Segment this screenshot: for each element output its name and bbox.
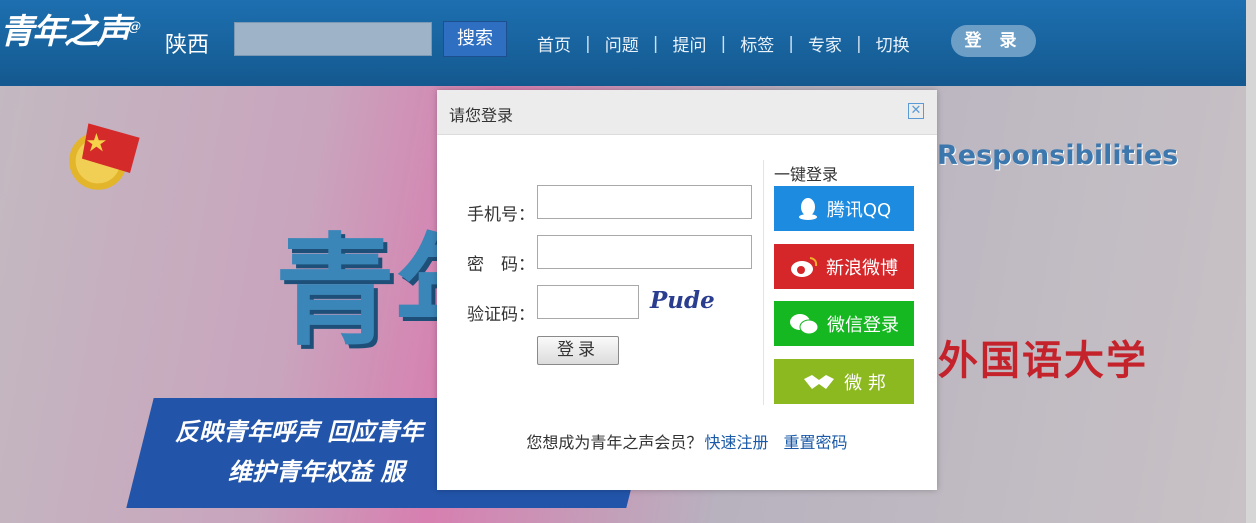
weibang-login-label: 微 邦: [844, 372, 886, 394]
banner-english-text: Responsibilities: [937, 140, 1179, 171]
reset-password-link[interactable]: 重置密码: [784, 433, 848, 452]
logo-at-symbol: @: [128, 19, 141, 35]
divider: [763, 160, 764, 405]
weibang-login-button[interactable]: 微 邦: [774, 359, 914, 404]
handshake-icon: [804, 374, 835, 389]
wechat-icon: [790, 313, 819, 334]
nav-experts[interactable]: 专家: [808, 31, 842, 56]
nav-separator: |: [652, 33, 659, 54]
dialog-title: 请您登录: [449, 106, 514, 125]
nav-separator: |: [855, 33, 862, 54]
qq-login-button[interactable]: 腾讯QQ: [774, 186, 914, 231]
region-selector[interactable]: 陕西: [165, 27, 209, 59]
weibo-login-button[interactable]: 新浪微博: [774, 244, 914, 289]
login-dialog: 请您登录 ✕ 手机号： 密 码： 验证码： Pude 登录 一键登录 腾讯QQ …: [437, 90, 937, 490]
youth-league-emblem-icon: [69, 123, 140, 190]
phone-label: 手机号：: [467, 205, 535, 225]
quick-register-link[interactable]: 快速注册: [704, 433, 768, 452]
banner-slogan-line1: 反映青年呼声 回应青年: [175, 418, 424, 446]
logo-text: 青年之声: [0, 12, 130, 52]
nav-questions[interactable]: 问题: [605, 31, 639, 56]
nav-separator: |: [720, 33, 727, 54]
phone-input[interactable]: [537, 185, 752, 219]
register-prompt-text: 您想成为青年之声会员？: [526, 433, 703, 452]
captcha-label: 验证码：: [467, 305, 535, 325]
nav-tags[interactable]: 标签: [740, 31, 774, 56]
register-prompt: 您想成为青年之声会员？ 快速注册 重置密码: [437, 429, 937, 453]
captcha-image[interactable]: Pude: [650, 287, 715, 314]
weibo-login-label: 新浪微博: [826, 257, 898, 279]
weibo-icon: [791, 256, 818, 277]
login-submit-button[interactable]: 登录: [537, 336, 619, 365]
wechat-login-button[interactable]: 微信登录: [774, 301, 914, 346]
nav-separator: |: [585, 33, 591, 54]
captcha-input[interactable]: [537, 285, 639, 319]
nav-separator: |: [788, 33, 794, 54]
site-logo[interactable]: 青年之声@: [0, 4, 141, 53]
page-scrollbar[interactable]: [1246, 0, 1256, 523]
wechat-login-label: 微信登录: [827, 314, 899, 336]
password-input[interactable]: [537, 235, 752, 269]
one-click-login-title: 一键登录: [774, 165, 839, 184]
nav-switch[interactable]: 切换: [876, 31, 910, 56]
password-label: 密 码：: [467, 255, 535, 275]
nav-home[interactable]: 首页: [537, 31, 571, 56]
qq-login-label: 腾讯QQ: [826, 199, 892, 221]
main-nav: 首页 | 问题 | 提问 | 标签 | 专家 | 切换: [537, 31, 910, 57]
header-login-button[interactable]: 登 录: [951, 25, 1036, 57]
search-button[interactable]: 搜索: [443, 21, 507, 57]
search-input[interactable]: [234, 22, 432, 56]
banner-university-name: 外国语大学: [938, 338, 1148, 384]
qq-icon: [798, 197, 817, 220]
nav-ask[interactable]: 提问: [672, 31, 706, 56]
close-icon[interactable]: ✕: [908, 103, 924, 119]
banner-slogan-line2: 维护青年权益 服: [228, 458, 405, 486]
dialog-header: 请您登录 ✕: [437, 90, 937, 135]
top-navigation-bar: 青年之声@ 陕西 搜索 首页 | 问题 | 提问 | 标签 | 专家 | 切换 …: [0, 0, 1256, 86]
